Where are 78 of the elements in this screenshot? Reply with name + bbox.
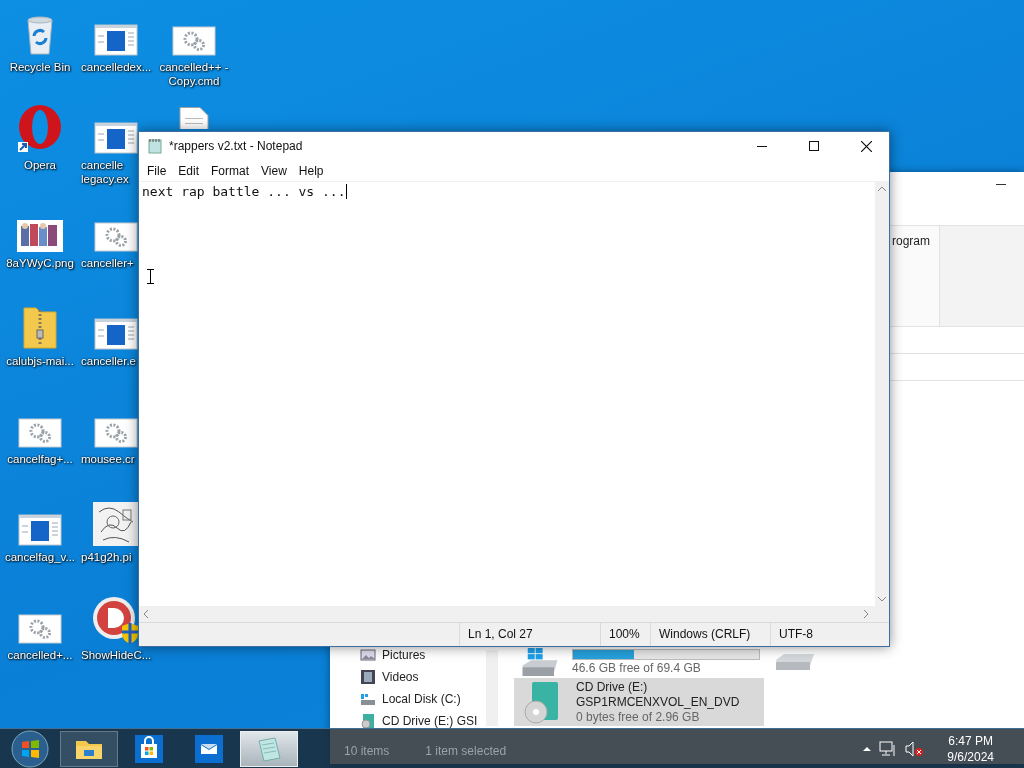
pictures-icon [360,648,376,662]
drive-icon [776,654,814,670]
horizontal-scrollbar[interactable] [139,606,889,622]
drive-label: GSP1RMCENXVOL_EN_DVD [576,695,740,709]
window-title: *rappers v2.txt - Notepad [169,139,304,153]
icon-label[interactable]: canceller+ [79,256,134,270]
document-icon [179,107,209,129]
menu-item[interactable]: Format [205,161,256,180]
scroll-down-icon[interactable] [878,597,886,602]
status-text: Windows (CRLF) [650,623,770,646]
icon-label[interactable]: 8aYWyC.png [6,256,74,270]
gear-icon [18,614,62,644]
nav-item[interactable]: Local Disk (C:) [382,692,461,706]
icon-label[interactable]: cancelfag_v... [4,550,76,564]
icon-label[interactable]: cancelled++ - Copy.cmd [156,60,232,88]
scroll-left-icon[interactable] [143,610,148,618]
drive-icon [360,692,376,706]
taskbar-button[interactable] [240,730,298,767]
minimize-icon[interactable] [996,184,1006,186]
gear-icon [172,26,216,56]
scroll-up-icon[interactable] [878,186,886,191]
drive-tile[interactable]: CD Drive (E:) GSP1RMCENXVOL_EN_DVD 0 bytes free of 2.96 GB [514,678,764,726]
film-icon [360,669,376,685]
close-icon [860,140,872,152]
mail-icon [195,734,223,763]
notepad-icon [255,734,283,763]
zip-folder-icon [20,304,60,350]
nav-item[interactable]: Videos [382,670,419,684]
icon-label[interactable]: Opera [24,158,56,172]
nav-item[interactable]: CD Drive (E:) GSI [382,714,478,728]
free-space-text: 0 bytes free of 2.96 GB [576,710,701,724]
status-text: UTF-8 [770,623,880,646]
status-text: Ln 1, Col 27 [459,623,600,646]
muted-speaker-icon[interactable] [905,740,924,757]
application-window-icon [18,514,62,546]
ribbon-label[interactable]: rogram [892,234,930,248]
icon-label[interactable]: cancelle legacy.ex [79,158,129,186]
icon-label[interactable]: cancelled+... [7,648,73,662]
drive-name: CD Drive (E:) [576,680,649,694]
text-area[interactable]: next rap battle ... vs ... [139,182,875,606]
text-caret [345,184,347,199]
clock-time[interactable]: 6:47 PM [948,732,993,749]
menu-item[interactable]: View [255,161,293,180]
network-icon[interactable] [879,740,898,757]
status-text: 100% [600,623,650,646]
hard-drive-icon [520,648,560,676]
free-space-text: 46.6 GB free of 69.4 GB [572,661,702,675]
scrollbar[interactable] [486,650,498,726]
shopping-bag-icon [135,734,163,763]
document-text: next rap battle ... vs ... [142,184,346,199]
icon-label[interactable]: p41g2h.pi [79,550,132,564]
notepad-icon [147,138,163,154]
icon-label[interactable]: ShowHideC... [79,648,152,662]
maximize-icon [809,141,819,151]
text-cursor-icon [147,269,154,284]
clock-date[interactable]: 9/6/2024 [947,748,994,765]
minimize-icon [757,145,767,147]
gear-icon [18,418,62,448]
menu-item[interactable]: Help [292,161,330,180]
application-window-icon [94,24,138,56]
nav-item[interactable]: Pictures [382,648,426,662]
icon-label[interactable]: mousee.cr [79,452,135,466]
cd-drive-icon [360,713,376,729]
status-text: 10 items [344,744,390,758]
start-button[interactable] [11,729,49,768]
icon-label[interactable]: Recycle Bin [9,60,71,74]
icon-label[interactable]: cancelledex... [79,60,152,74]
chevron-up-icon[interactable] [863,746,872,751]
menu-item[interactable]: Edit [172,161,206,180]
opera-icon [16,104,64,154]
icon-label[interactable]: calubjs-mai... [6,354,74,368]
icon-label[interactable]: cancelfag+... [7,452,73,466]
status-text: 1 item selected [425,744,507,758]
icon-label[interactable]: canceller.e [79,354,136,368]
menu-item[interactable]: File [141,161,173,180]
drive-tile[interactable]: 46.6 GB free of 69.4 GB [514,646,764,678]
scroll-right-icon[interactable] [864,610,869,618]
vertical-scrollbar[interactable] [875,182,889,606]
